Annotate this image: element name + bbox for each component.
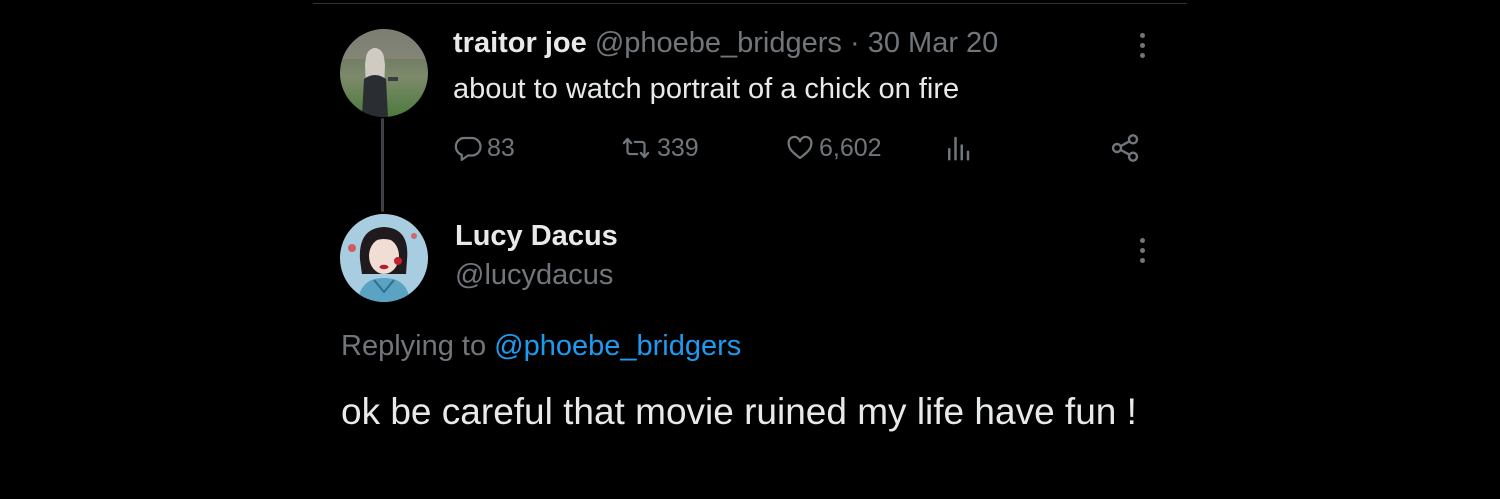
reply-icon	[454, 136, 482, 161]
thread-connector	[381, 118, 384, 212]
action-bar: 83 339 6,602	[453, 128, 1143, 168]
parent-display-name[interactable]: traitor joe	[453, 27, 587, 59]
avatar-reply[interactable]	[340, 214, 428, 302]
reply-handle[interactable]: @lucydacus	[455, 256, 613, 294]
like-button[interactable]: 6,602	[785, 128, 882, 168]
replying-to-line: Replying to @phoebe_bridgers	[341, 326, 741, 366]
avatar-parent[interactable]	[340, 29, 428, 117]
tweet-thread: traitor joe @phoebe_bridgers · 30 Mar 20…	[0, 0, 1500, 499]
replying-to-prefix: Replying to	[341, 330, 487, 362]
more-icon[interactable]	[1127, 232, 1157, 268]
divider	[313, 3, 1187, 4]
parent-header: traitor joe @phoebe_bridgers · 30 Mar 20	[453, 24, 998, 62]
views-button[interactable]	[943, 128, 973, 168]
parent-date[interactable]: 30 Mar 20	[868, 27, 999, 59]
repost-count: 339	[657, 133, 699, 162]
views-icon	[948, 136, 970, 161]
reply-button[interactable]: 83	[453, 128, 515, 168]
like-count: 6,602	[819, 133, 882, 162]
parent-handle[interactable]: @phoebe_bridgers	[595, 27, 842, 59]
share-icon	[1111, 134, 1139, 162]
repost-icon	[622, 137, 650, 159]
share-button[interactable]	[1109, 128, 1141, 168]
parent-tweet-text: about to watch portrait of a chick on fi…	[453, 73, 960, 105]
replying-to-handle-link[interactable]: @phoebe_bridgers	[494, 330, 741, 362]
reply-count: 83	[487, 133, 515, 162]
reply-tweet-text: ok be careful that movie ruined my life …	[341, 391, 1137, 432]
reply-display-name[interactable]: Lucy Dacus	[455, 217, 618, 255]
more-icon[interactable]	[1127, 27, 1157, 63]
header-separator: ·	[849, 27, 860, 59]
heart-icon	[787, 135, 813, 160]
repost-button[interactable]: 339	[619, 128, 699, 168]
